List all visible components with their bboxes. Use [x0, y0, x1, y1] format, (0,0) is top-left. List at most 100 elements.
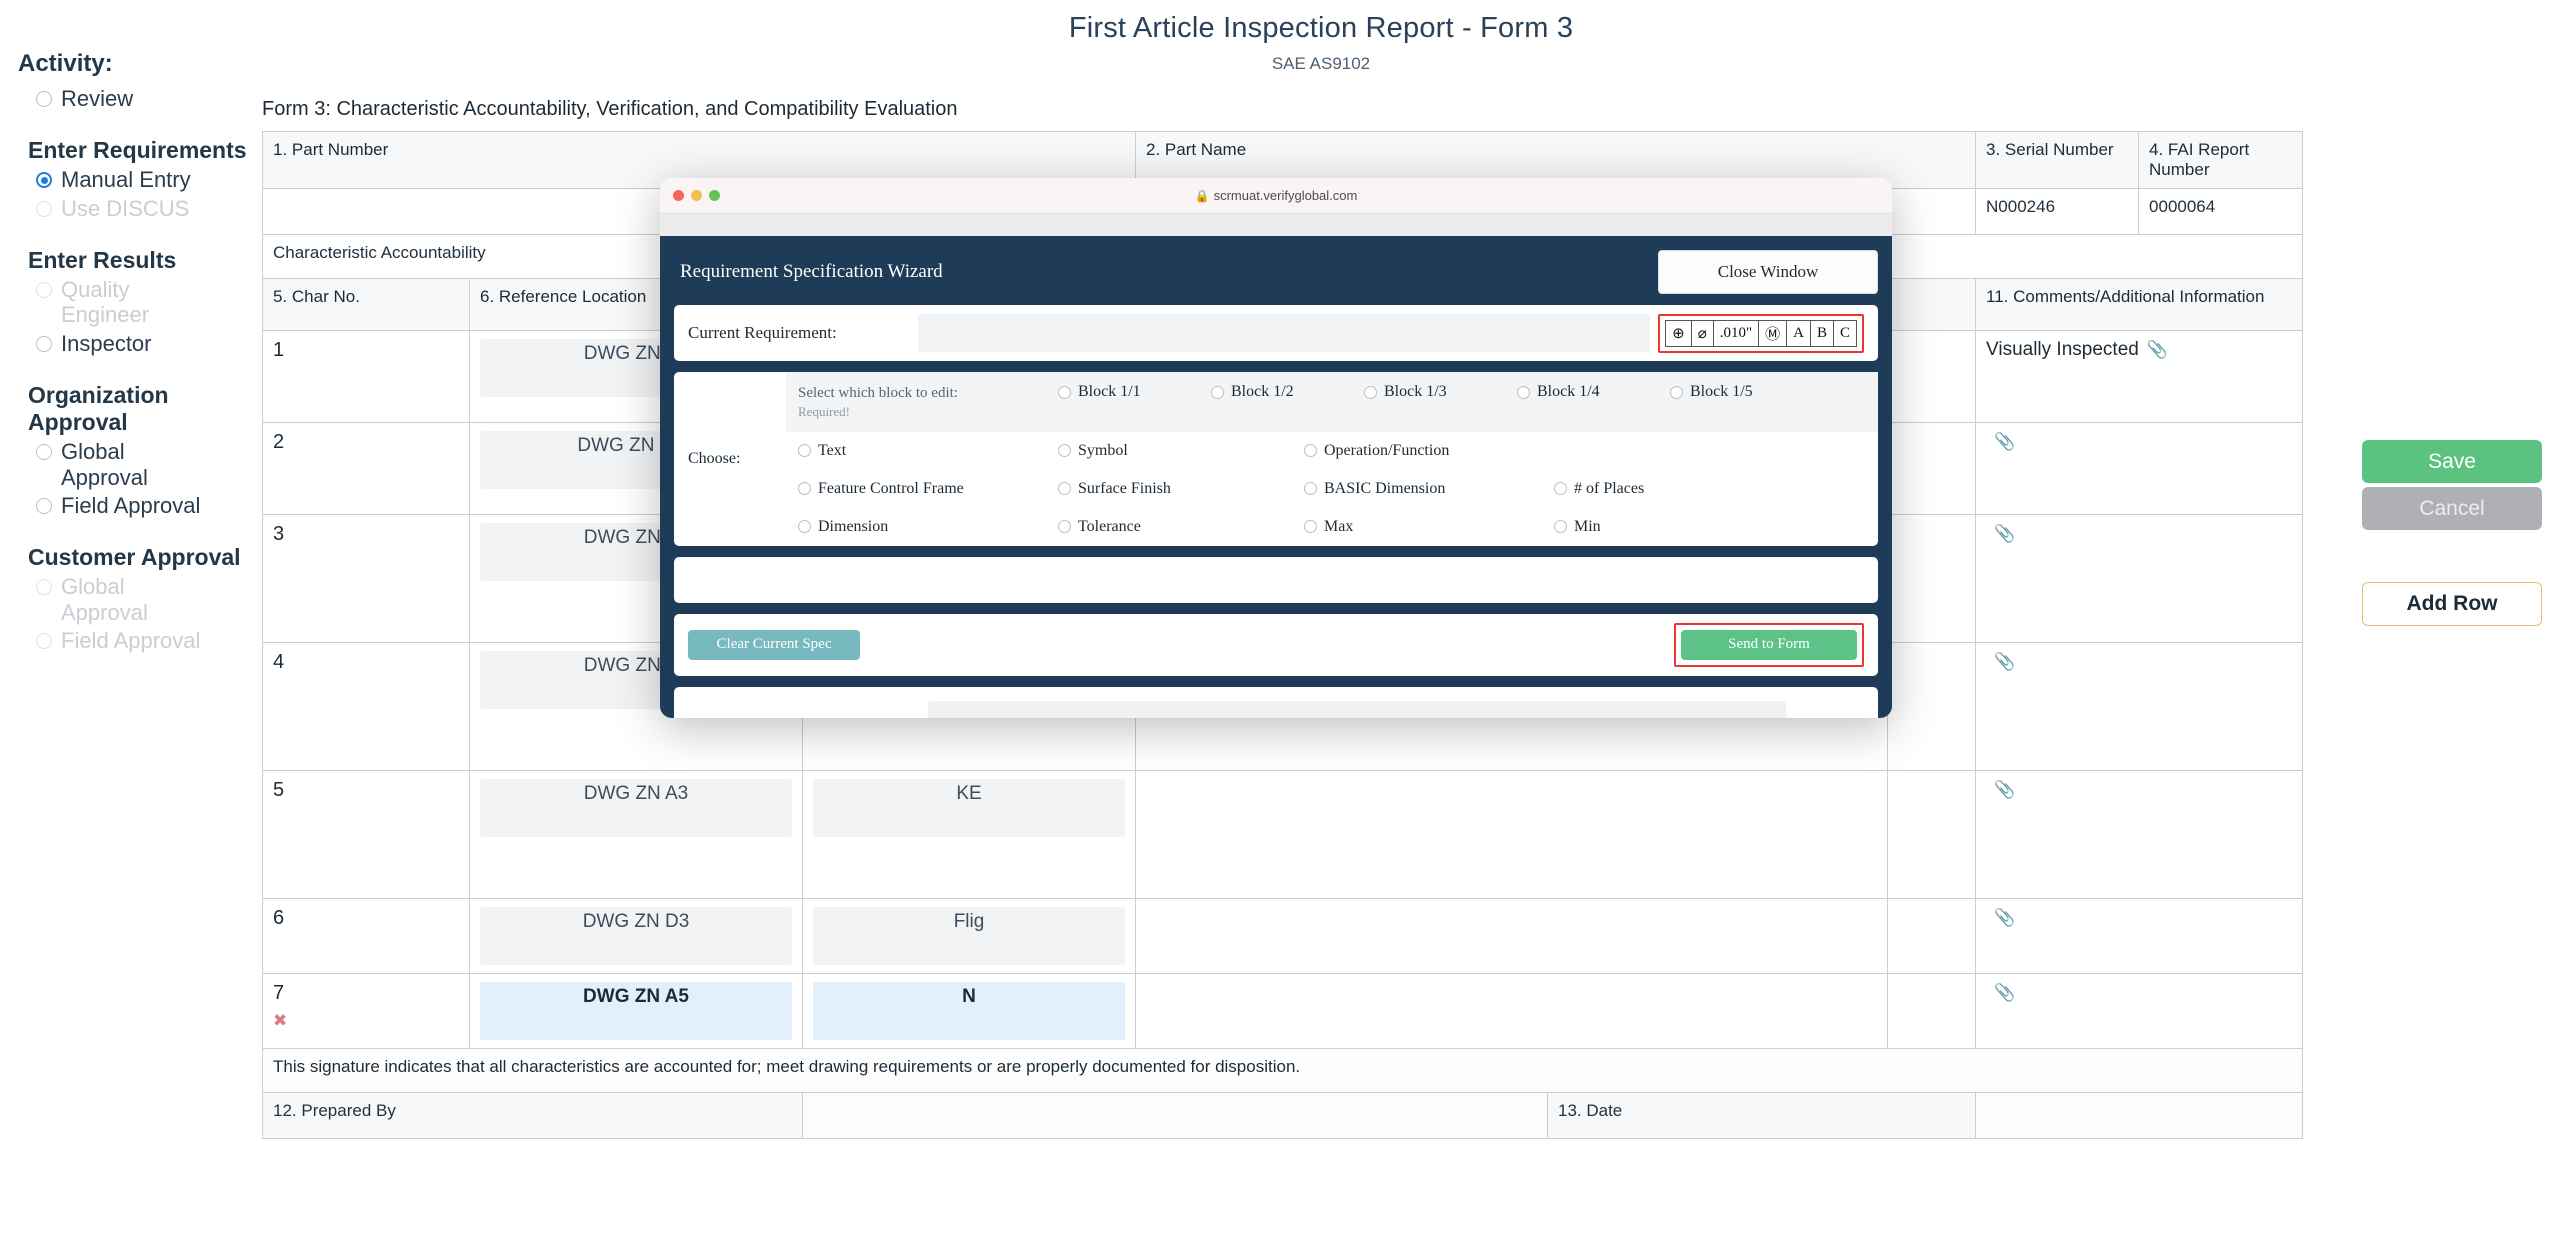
save-button[interactable]: Save — [2362, 440, 2542, 483]
cell-comments[interactable]: Visually Inspected 📎 — [1975, 330, 2304, 423]
radio-use-discus[interactable] — [36, 200, 52, 217]
radio-option-min[interactable]: Min — [1554, 518, 1714, 536]
reference-location-input[interactable]: DWG ZN A3 — [480, 779, 792, 837]
radio-option-block-1-3[interactable]: Block 1/3 — [1364, 383, 1517, 401]
reference-location-input[interactable]: DWG ZN A5 — [480, 982, 792, 1040]
cell-comments[interactable]: 📎 — [1975, 642, 2304, 771]
feature-control-frame[interactable]: ⊕ ⌀ .010" Ⓜ A B C — [1665, 319, 1857, 347]
cell-reference-location[interactable]: DWG ZN D3 — [469, 898, 803, 974]
radio-option-max[interactable]: Max — [1304, 518, 1554, 536]
reference-location-input[interactable]: DWG ZN D3 — [480, 907, 792, 965]
footer-prepared-by-value[interactable] — [802, 1092, 1548, 1139]
radio-block-1-4[interactable] — [1517, 385, 1530, 399]
radio-basic-dimension[interactable] — [1304, 482, 1317, 496]
radio-option-block-1-4[interactable]: Block 1/4 — [1517, 383, 1670, 401]
radio-quality-engineer[interactable] — [36, 282, 52, 299]
radio-option-block-1-5[interactable]: Block 1/5 — [1670, 383, 1823, 401]
radio-org-global-approval[interactable] — [36, 444, 52, 461]
radio-feature-control-frame[interactable] — [798, 482, 811, 496]
radio-option-number-of-places[interactable]: # of Places — [1554, 480, 1714, 498]
radio-option-operation-function[interactable]: Operation/Function — [1304, 442, 1554, 460]
radio-max[interactable] — [1304, 520, 1317, 534]
radio-option-tolerance[interactable]: Tolerance — [1058, 518, 1304, 536]
radio-option-block-1-2[interactable]: Block 1/2 — [1211, 383, 1364, 401]
paperclip-icon[interactable]: 📎 — [1994, 432, 2015, 451]
radio-option-feature-control-frame[interactable]: Feature Control Frame — [786, 480, 1058, 498]
current-requirement-field[interactable] — [918, 314, 1651, 352]
radio-operation-function[interactable] — [1304, 444, 1317, 458]
paperclip-icon[interactable]: 📎 — [1994, 652, 2015, 671]
cell-designator[interactable]: Flig — [802, 898, 1136, 974]
add-row-button[interactable]: Add Row — [2362, 582, 2542, 626]
radio-option-basic-dimension[interactable]: BASIC Dimension — [1304, 480, 1554, 498]
cell-reference-location[interactable]: DWG ZN A3 — [469, 770, 803, 899]
send-to-form-button[interactable]: Send to Form — [1681, 629, 1857, 660]
radio-tolerance[interactable] — [1058, 520, 1071, 534]
radio-option-surface-finish[interactable]: Surface Finish — [1058, 480, 1304, 498]
radio-option-text[interactable]: Text — [786, 442, 1058, 460]
value-serial-number[interactable]: N000246 — [1975, 188, 2140, 235]
paperclip-icon[interactable]: 📎 — [1994, 524, 2015, 543]
wizard-action-panel: Clear Current Spec Send to Form — [674, 613, 1878, 676]
radio-cust-field-approval[interactable] — [36, 632, 52, 649]
radio-surface-finish[interactable] — [1058, 482, 1071, 496]
radio-option-block-1-1[interactable]: Block 1/1 — [1058, 383, 1211, 401]
cell-comments[interactable]: 📎 — [1975, 422, 2304, 515]
radio-dimension[interactable] — [798, 520, 811, 534]
footer-date-value[interactable] — [1975, 1092, 2304, 1139]
sidebar-option-label: Global Approval — [61, 439, 148, 490]
cell-comments[interactable]: 📎 — [1975, 514, 2304, 643]
send-to-form-highlight: Send to Form — [1674, 622, 1864, 667]
delete-row-icon[interactable]: ✖ — [273, 1011, 459, 1031]
sidebar-option-review[interactable]: Review — [36, 86, 262, 111]
signature-note: This signature indicates that all charac… — [261, 1048, 2304, 1093]
sidebar-option-org-global-approval[interactable]: Global Approval — [36, 439, 262, 490]
radio-number-of-places[interactable] — [1554, 482, 1567, 496]
cell-spacer-b — [1886, 973, 1977, 1049]
spec-preview-panel[interactable] — [674, 556, 1878, 603]
address-bar[interactable]: 🔒 scrmuat.verifyglobal.com — [660, 188, 1892, 203]
cell-designator[interactable]: N — [802, 973, 1136, 1049]
sidebar-option-org-field-approval[interactable]: Field Approval — [36, 493, 262, 518]
cell-comments[interactable]: 📎 — [1975, 770, 2304, 899]
radio-block-1-1[interactable] — [1058, 385, 1071, 399]
designator-input[interactable]: N — [813, 982, 1125, 1040]
cell-comments[interactable]: 📎 — [1975, 973, 2304, 1049]
sidebar-option-inspector[interactable]: Inspector — [36, 331, 262, 356]
radio-review[interactable] — [36, 91, 52, 107]
radio-block-1-2[interactable] — [1211, 385, 1224, 399]
designator-input[interactable]: KE — [813, 779, 1125, 837]
clear-current-spec-button[interactable]: Clear Current Spec — [688, 629, 860, 660]
close-window-button[interactable]: Close Window — [1658, 250, 1878, 294]
radio-block-1-5[interactable] — [1670, 385, 1683, 399]
cell-designator[interactable]: KE — [802, 770, 1136, 899]
sidebar-option-cust-field-approval[interactable]: Field Approval — [36, 628, 262, 653]
radio-option-dimension[interactable]: Dimension — [786, 518, 1058, 536]
fcf-cell-datum-b: B — [1811, 320, 1834, 346]
sidebar-option-quality-engineer[interactable]: Quality Engineer — [36, 277, 262, 328]
radio-text[interactable] — [798, 444, 811, 458]
radio-org-field-approval[interactable] — [36, 497, 52, 514]
choose-label: Choose: — [688, 449, 741, 467]
paperclip-icon[interactable]: 📎 — [2147, 340, 2168, 359]
sidebar-option-cust-global-approval[interactable]: Global Approval — [36, 574, 262, 625]
radio-manual-entry[interactable] — [36, 172, 52, 189]
value-fai-report-number[interactable]: 0000064 — [2138, 188, 2304, 235]
sidebar-option-use-discus[interactable]: Use DISCUS — [36, 196, 262, 221]
radio-block-1-3[interactable] — [1364, 385, 1377, 399]
cell-reference-location[interactable]: DWG ZN A5 — [469, 973, 803, 1049]
radio-symbol[interactable] — [1058, 444, 1071, 458]
radio-label: Min — [1574, 517, 1601, 535]
cancel-button[interactable]: Cancel — [2362, 487, 2542, 530]
radio-cust-global-approval[interactable] — [36, 579, 52, 596]
radio-option-symbol[interactable]: Symbol — [1058, 442, 1304, 460]
paperclip-icon[interactable]: 📎 — [1994, 983, 2015, 1002]
radio-inspector[interactable] — [36, 335, 52, 352]
choose-row-1: Text Symbol Operation/Function — [786, 432, 1878, 470]
paperclip-icon[interactable]: 📎 — [1994, 780, 2015, 799]
radio-min[interactable] — [1554, 520, 1567, 534]
paperclip-icon[interactable]: 📎 — [1994, 908, 2015, 927]
cell-comments[interactable]: 📎 — [1975, 898, 2304, 974]
sidebar-option-manual-entry[interactable]: Manual Entry — [36, 167, 262, 192]
designator-input[interactable]: Flig — [813, 907, 1125, 965]
